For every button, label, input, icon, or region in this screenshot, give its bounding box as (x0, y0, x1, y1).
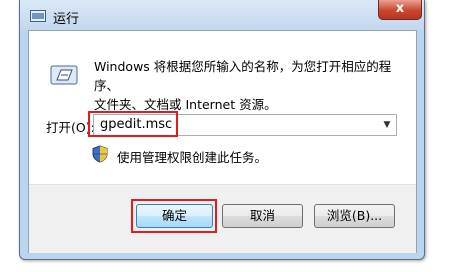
uac-shield-icon (92, 145, 108, 163)
description-line-2: 文件夹、文档或 Internet 资源。 (94, 97, 277, 112)
dropdown-arrow-icon[interactable]: ▼ (378, 115, 396, 135)
run-program-icon (50, 65, 78, 85)
open-input-value[interactable]: gpedit.msc (100, 117, 172, 132)
button-bar: 确定 取消 浏览(B)... (29, 184, 416, 253)
open-combobox[interactable]: gpedit.msc ▼ (93, 114, 397, 136)
admin-privilege-note: 使用管理权限创建此任务。 (117, 150, 268, 165)
ok-button[interactable]: 确定 (136, 204, 213, 228)
cancel-button[interactable]: 取消 (222, 204, 303, 228)
description-text: Windows 将根据您所输入的名称，为您打开相应的程序、 文件夹、文档或 In… (94, 57, 406, 114)
run-dialog: 运行 x Windows 将根据您所输入的名称，为您打开相应的程序、 文件夹、文… (19, 0, 425, 260)
window-title: 运行 (53, 12, 80, 27)
title-bar[interactable]: 运行 x (20, 0, 424, 30)
open-label: 打开(O): (46, 120, 95, 135)
run-app-icon (30, 10, 46, 22)
close-button[interactable]: x (378, 0, 422, 20)
description-line-1: Windows 将根据您所输入的名称，为您打开相应的程序、 (94, 59, 392, 93)
dialog-body: Windows 将根据您所输入的名称，为您打开相应的程序、 文件夹、文档或 In… (28, 30, 417, 253)
browse-button[interactable]: 浏览(B)... (314, 204, 395, 228)
